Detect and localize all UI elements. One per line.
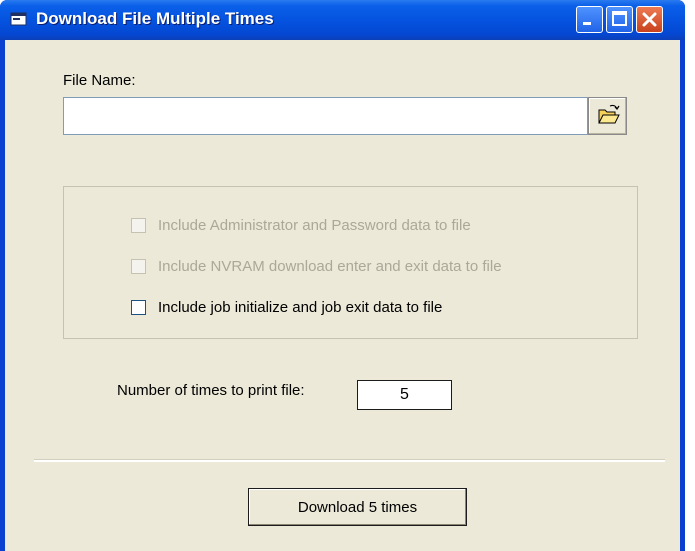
dialog-body: File Name: Include Administrator and Pas… [5,40,680,551]
download-button[interactable]: Download 5 times [248,488,467,526]
maximize-icon [612,11,627,26]
close-button[interactable] [636,6,663,33]
window-title: Download File Multiple Times [36,9,274,28]
job-init-checkbox[interactable] [131,300,146,315]
app-window-icon [10,12,27,26]
option-label: Include NVRAM download enter and exit da… [158,258,502,275]
option-label: Include job initialize and job exit data… [158,299,443,316]
print-count-input[interactable] [357,380,452,410]
separator [34,459,665,462]
open-folder-icon [598,104,620,124]
dialog-window: Download File Multiple Times File Name: [0,0,685,551]
title-bar[interactable]: Download File Multiple Times [0,0,685,40]
file-name-label: File Name: [63,72,136,89]
browse-button[interactable] [588,97,627,135]
minimize-button[interactable] [576,6,603,33]
admin-password-checkbox[interactable] [131,218,146,233]
option-label: Include Administrator and Password data … [158,217,471,234]
file-name-input[interactable] [63,97,588,135]
options-group: Include Administrator and Password data … [63,186,638,339]
close-icon [642,12,657,27]
count-label: Number of times to print file: [117,382,305,399]
maximize-button[interactable] [606,6,633,33]
minimize-icon [583,22,591,25]
nvram-checkbox[interactable] [131,259,146,274]
